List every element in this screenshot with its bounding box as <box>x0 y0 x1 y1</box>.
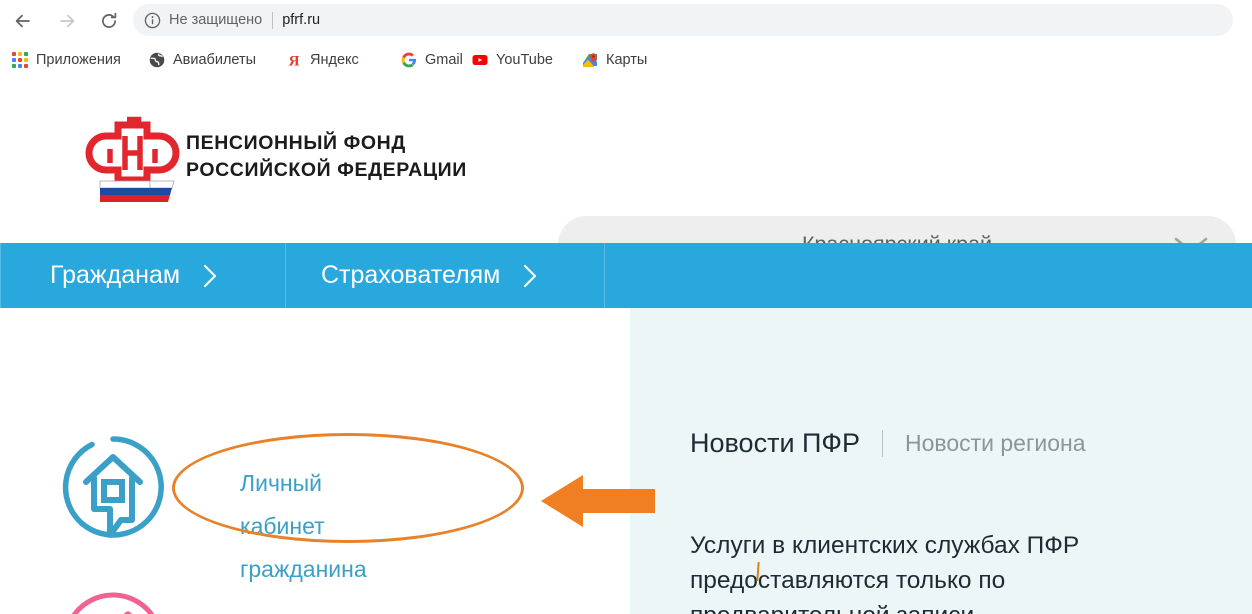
service-label: Личный кабинет гражданина <box>240 470 367 582</box>
svg-text:Я: Я <box>289 53 300 68</box>
address-bar[interactable]: Не защищено pfrf.ru <box>133 4 1233 36</box>
forward-arrow-icon <box>60 14 75 28</box>
bookmark-label: YouTube <box>496 52 553 68</box>
house-in-circle-icon <box>58 432 168 542</box>
nav-item-strahovatelyam[interactable]: Страхователям <box>321 243 538 308</box>
bookmark-aviabilety[interactable]: Авиабилеты <box>145 41 260 79</box>
info-circle-icon[interactable] <box>144 12 161 29</box>
nav-item-grazhdanam[interactable]: Гражданам <box>50 243 218 308</box>
pfr-emblem-icon <box>80 113 185 205</box>
apps-grid-icon <box>12 52 28 68</box>
reload-icon <box>102 12 117 28</box>
bookmark-gmail[interactable]: Gmail <box>397 41 467 79</box>
browser-chrome: Не защищено pfrf.ru Приложения Авиабилет… <box>0 0 1252 81</box>
bookmark-youtube[interactable]: YouTube <box>468 41 557 79</box>
logo-text: ПЕНСИОННЫЙ ФОНД РОССИЙСКОЙ ФЕДЕРАЦИИ <box>186 130 467 184</box>
tab-divider <box>881 429 883 457</box>
services-panel: Личный кабинет гражданина Электронная тр… <box>0 308 630 614</box>
browser-toolbar: Не защищено pfrf.ru <box>0 0 1252 41</box>
logo-line-1: ПЕНСИОННЫЙ ФОНД <box>186 132 406 154</box>
book-in-circle-icon <box>58 588 168 614</box>
nav-divider <box>285 243 286 308</box>
tab-novosti-regiona[interactable]: Новости региона <box>905 430 1086 457</box>
chevron-right-icon <box>522 263 538 289</box>
forward-button <box>52 6 82 36</box>
youtube-icon <box>472 52 488 68</box>
globe-icon <box>149 52 165 68</box>
site-header: ПЕНСИОННЫЙ ФОНД РОССИЙСКОЙ ФЕДЕРАЦИИ Кра… <box>0 80 1252 307</box>
tab-novosti-pfr[interactable]: Новости ПФР <box>690 428 860 459</box>
nav-divider <box>0 243 1 308</box>
bookmark-label: Авиабилеты <box>173 52 257 68</box>
news-headline[interactable]: Услуги в клиентских службах ПФР предоста… <box>690 528 1220 614</box>
annotation-arrow-left <box>541 472 655 530</box>
yandex-icon: Я <box>286 52 302 69</box>
back-arrow-icon <box>15 14 30 28</box>
back-button[interactable] <box>8 6 38 36</box>
page-viewport: ПЕНСИОННЫЙ ФОНД РОССИЙСКОЙ ФЕДЕРАЦИИ Кра… <box>0 80 1252 614</box>
bookmarks-bar: Приложения Авиабилеты Я Яндекс Gmail You… <box>0 41 1252 79</box>
logo-line-2: РОССИЙСКОЙ ФЕДЕРАЦИИ <box>186 159 467 181</box>
bookmark-label: Карты <box>606 52 648 68</box>
bookmark-apps[interactable]: Приложения <box>8 41 125 79</box>
bookmark-label: Яндекс <box>310 52 359 68</box>
url-text: pfrf.ru <box>282 12 321 28</box>
google-maps-pin-icon <box>582 52 598 68</box>
reload-button[interactable] <box>94 6 124 36</box>
gmail-g-icon <box>401 52 417 68</box>
news-tabs: Новости ПФР Новости региона <box>690 424 1086 462</box>
omnibox-divider <box>272 11 274 29</box>
nav-divider <box>604 243 605 308</box>
security-status-label: Не защищено <box>169 12 263 28</box>
chevron-right-icon <box>202 263 218 289</box>
bookmark-label: Приложения <box>36 52 121 68</box>
main-navigation-bar: Гражданам Страхователям <box>0 243 1252 308</box>
nav-item-label: Страхователям <box>321 261 501 289</box>
site-logo[interactable]: ПЕНСИОННЫЙ ФОНД РОССИЙСКОЙ ФЕДЕРАЦИИ <box>80 113 540 213</box>
bookmark-maps[interactable]: Карты <box>578 41 651 79</box>
bookmark-yandex[interactable]: Я Яндекс <box>282 41 363 79</box>
nav-item-label: Гражданам <box>50 261 181 289</box>
bookmark-label: Gmail <box>425 52 463 68</box>
